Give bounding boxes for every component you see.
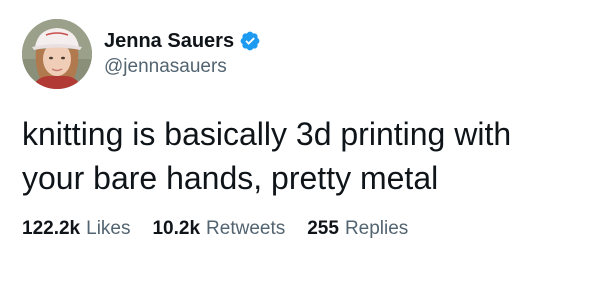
likes-stat[interactable]: 122.2k Likes [22, 217, 130, 241]
verified-badge-icon [239, 30, 261, 52]
likes-count: 122.2k [22, 218, 81, 239]
avatar[interactable] [22, 19, 92, 89]
tweet-text: knitting is basically 3d printing with y… [22, 116, 512, 196]
profile-photo-icon [22, 19, 92, 89]
display-name[interactable]: Jenna Sauers [104, 29, 234, 53]
replies-count: 255 [307, 218, 339, 239]
likes-label: Likes [86, 218, 131, 239]
name-row: Jenna Sauers [104, 29, 261, 53]
user-names: Jenna Sauers @jennasauers [104, 29, 261, 79]
replies-label: Replies [344, 218, 409, 239]
retweets-label: Retweets [206, 218, 286, 239]
replies-stat[interactable]: 255 Replies [307, 217, 408, 241]
retweets-count: 10.2k [152, 218, 201, 239]
retweets-stat[interactable]: 10.2k Retweets [152, 217, 285, 241]
user-handle[interactable]: @jennasauers [104, 55, 261, 79]
tweet-card: Jenna Sauers @jennasauers knitting is ba… [0, 0, 596, 287]
tweet-header: Jenna Sauers @jennasauers [22, 16, 261, 92]
tweet-stats: 122.2k Likes 10.2k Retweets 255 Replies [22, 217, 430, 241]
